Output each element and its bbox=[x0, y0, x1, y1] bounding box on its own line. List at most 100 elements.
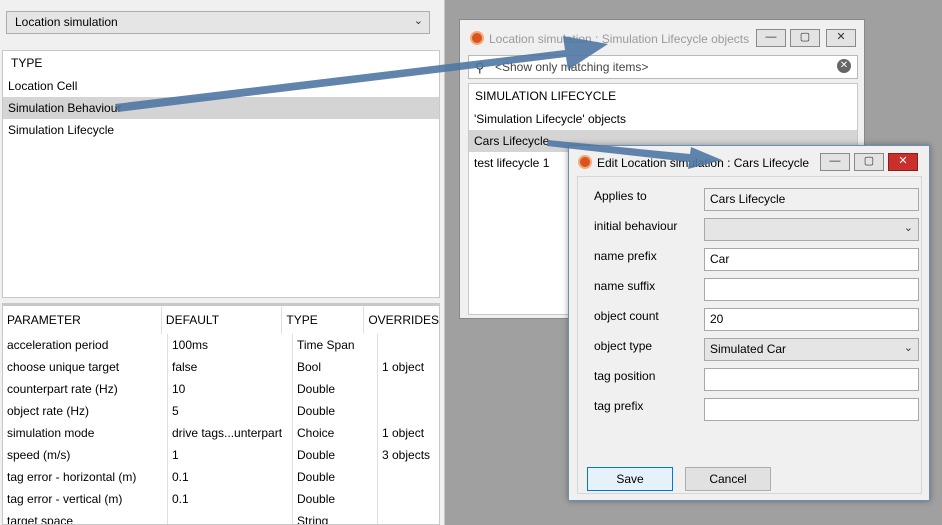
column-header-type[interactable]: TYPE bbox=[282, 306, 365, 334]
minimize-icon: — bbox=[829, 155, 841, 167]
param-type: Double bbox=[293, 444, 378, 466]
type-item-simulation-lifecycle[interactable]: Simulation Lifecycle bbox=[3, 119, 439, 141]
param-name: speed (m/s) bbox=[3, 444, 168, 466]
table-row[interactable]: tag error - horizontal (m) 0.1 Double bbox=[3, 466, 439, 488]
applies-to-field[interactable]: Cars Lifecycle bbox=[704, 188, 919, 211]
tag-position-label: tag position bbox=[594, 369, 656, 383]
app-logo-icon bbox=[578, 155, 592, 169]
param-default: false bbox=[168, 356, 293, 378]
window-titlebar[interactable]: Location simulation : Simulation Lifecyc… bbox=[460, 20, 864, 56]
location-select[interactable]: Location simulation ⌄ bbox=[6, 11, 430, 34]
param-overrides: 3 objects bbox=[382, 448, 431, 462]
param-overrides bbox=[378, 488, 439, 510]
name-prefix-label: name prefix bbox=[594, 249, 657, 263]
param-type: Double bbox=[293, 466, 378, 488]
cancel-button[interactable]: Cancel bbox=[685, 467, 771, 491]
maximize-button[interactable]: ▢ bbox=[790, 29, 820, 47]
table-row[interactable]: tag error - vertical (m) 0.1 Double bbox=[3, 488, 439, 510]
type-list: TYPE Location Cell Simulation Behaviour … bbox=[2, 50, 440, 298]
close-button[interactable]: ✕ bbox=[826, 29, 856, 47]
name-prefix-field[interactable]: Car bbox=[704, 248, 919, 271]
object-type-label: object type bbox=[594, 339, 653, 353]
search-input[interactable]: ⚲ <Show only matching items> ✕ bbox=[468, 55, 858, 79]
dialog-title: Edit Location simulation : Cars Lifecycl… bbox=[597, 156, 810, 170]
initial-behaviour-label: initial behaviour bbox=[594, 219, 678, 233]
param-name: object rate (Hz) bbox=[3, 400, 168, 422]
column-header-default[interactable]: DEFAULT bbox=[162, 306, 283, 334]
edit-dialog: Edit Location simulation : Cars Lifecycl… bbox=[568, 145, 930, 501]
param-type: Time Span bbox=[293, 334, 378, 356]
param-overrides bbox=[378, 334, 439, 356]
param-overrides bbox=[378, 466, 439, 488]
initial-behaviour-select[interactable]: ⌄ bbox=[704, 218, 919, 241]
column-header-parameter[interactable]: PARAMETER bbox=[3, 306, 162, 334]
tag-prefix-field[interactable] bbox=[704, 398, 919, 421]
window-title: Location simulation : Simulation Lifecyc… bbox=[489, 32, 750, 46]
parameter-table: PARAMETER DEFAULT TYPE OVERRIDES acceler… bbox=[2, 303, 440, 525]
param-default: 100ms bbox=[168, 334, 293, 356]
param-overrides: 1 object bbox=[382, 360, 425, 374]
chevron-down-icon: ⌄ bbox=[413, 15, 423, 27]
param-name: tag error - vertical (m) bbox=[3, 488, 168, 510]
table-row[interactable]: choose unique target false Bool 1 object bbox=[3, 356, 439, 378]
table-row[interactable]: speed (m/s) 1 Double 3 objects bbox=[3, 444, 439, 466]
minimize-button[interactable]: — bbox=[820, 153, 850, 171]
type-item-location-cell[interactable]: Location Cell bbox=[3, 75, 439, 97]
dialog-titlebar[interactable]: Edit Location simulation : Cars Lifecycl… bbox=[569, 146, 929, 176]
param-default: 1 bbox=[168, 444, 293, 466]
chevron-down-icon: ⌄ bbox=[903, 342, 913, 354]
object-count-value: 20 bbox=[710, 312, 724, 326]
param-overrides bbox=[378, 510, 439, 524]
app-logo-icon bbox=[470, 31, 484, 45]
close-icon: ✕ bbox=[898, 155, 908, 167]
maximize-button[interactable]: ▢ bbox=[854, 153, 884, 171]
object-count-field[interactable]: 20 bbox=[704, 308, 919, 331]
table-row[interactable]: simulation mode drive tags...unterpart C… bbox=[3, 422, 439, 444]
search-placeholder: <Show only matching items> bbox=[495, 60, 649, 74]
param-default: 10 bbox=[168, 378, 293, 400]
tag-position-field[interactable] bbox=[704, 368, 919, 391]
object-type-value: Simulated Car bbox=[710, 342, 787, 356]
param-default: drive tags...unterpart bbox=[168, 422, 293, 444]
param-name: tag error - horizontal (m) bbox=[3, 466, 168, 488]
param-overrides bbox=[378, 378, 439, 400]
minimize-button[interactable]: — bbox=[756, 29, 786, 47]
lifecycle-list-header[interactable]: SIMULATION LIFECYCLE bbox=[469, 84, 857, 108]
table-row[interactable]: counterpart rate (Hz) 10 Double bbox=[3, 378, 439, 400]
type-item-simulation-behaviour[interactable]: Simulation Behaviour bbox=[3, 97, 439, 119]
param-type: Double bbox=[293, 378, 378, 400]
dialog-form: Applies to Cars Lifecycle initial behavi… bbox=[577, 176, 922, 494]
tag-prefix-label: tag prefix bbox=[594, 399, 644, 413]
param-type: String bbox=[293, 510, 378, 524]
clear-search-icon[interactable]: ✕ bbox=[837, 59, 851, 73]
location-select-value: Location simulation bbox=[15, 15, 118, 29]
param-name: counterpart rate (Hz) bbox=[3, 378, 168, 400]
param-name: acceleration period bbox=[3, 334, 168, 356]
param-default: 0.1 bbox=[168, 488, 293, 510]
param-default: 5 bbox=[168, 400, 293, 422]
name-suffix-field[interactable] bbox=[704, 278, 919, 301]
chevron-down-icon: ⌄ bbox=[903, 222, 913, 234]
table-row[interactable]: object rate (Hz) 5 Double bbox=[3, 400, 439, 422]
maximize-icon: ▢ bbox=[799, 31, 811, 43]
param-name: simulation mode bbox=[3, 422, 168, 444]
object-type-select[interactable]: Simulated Car ⌄ bbox=[704, 338, 919, 361]
column-header-overrides[interactable]: OVERRIDES bbox=[364, 306, 439, 334]
param-type: Double bbox=[293, 400, 378, 422]
param-type: Double bbox=[293, 488, 378, 510]
type-list-header[interactable]: TYPE bbox=[3, 51, 439, 75]
object-count-label: object count bbox=[594, 309, 659, 323]
save-button[interactable]: Save bbox=[587, 467, 673, 491]
table-row[interactable]: acceleration period 100ms Time Span bbox=[3, 334, 439, 356]
param-type: Choice bbox=[293, 422, 378, 444]
param-type: Bool bbox=[293, 356, 378, 378]
param-name: target space bbox=[3, 510, 168, 524]
param-default bbox=[168, 510, 293, 524]
name-prefix-value: Car bbox=[710, 252, 730, 266]
close-button[interactable]: ✕ bbox=[888, 153, 918, 171]
list-item[interactable]: 'Simulation Lifecycle' objects bbox=[469, 108, 857, 130]
search-icon: ⚲ bbox=[475, 60, 485, 75]
left-pane: Location simulation ⌄ TYPE Location Cell… bbox=[0, 0, 445, 525]
table-row[interactable]: target space String bbox=[3, 510, 439, 524]
maximize-icon: ▢ bbox=[863, 155, 875, 167]
